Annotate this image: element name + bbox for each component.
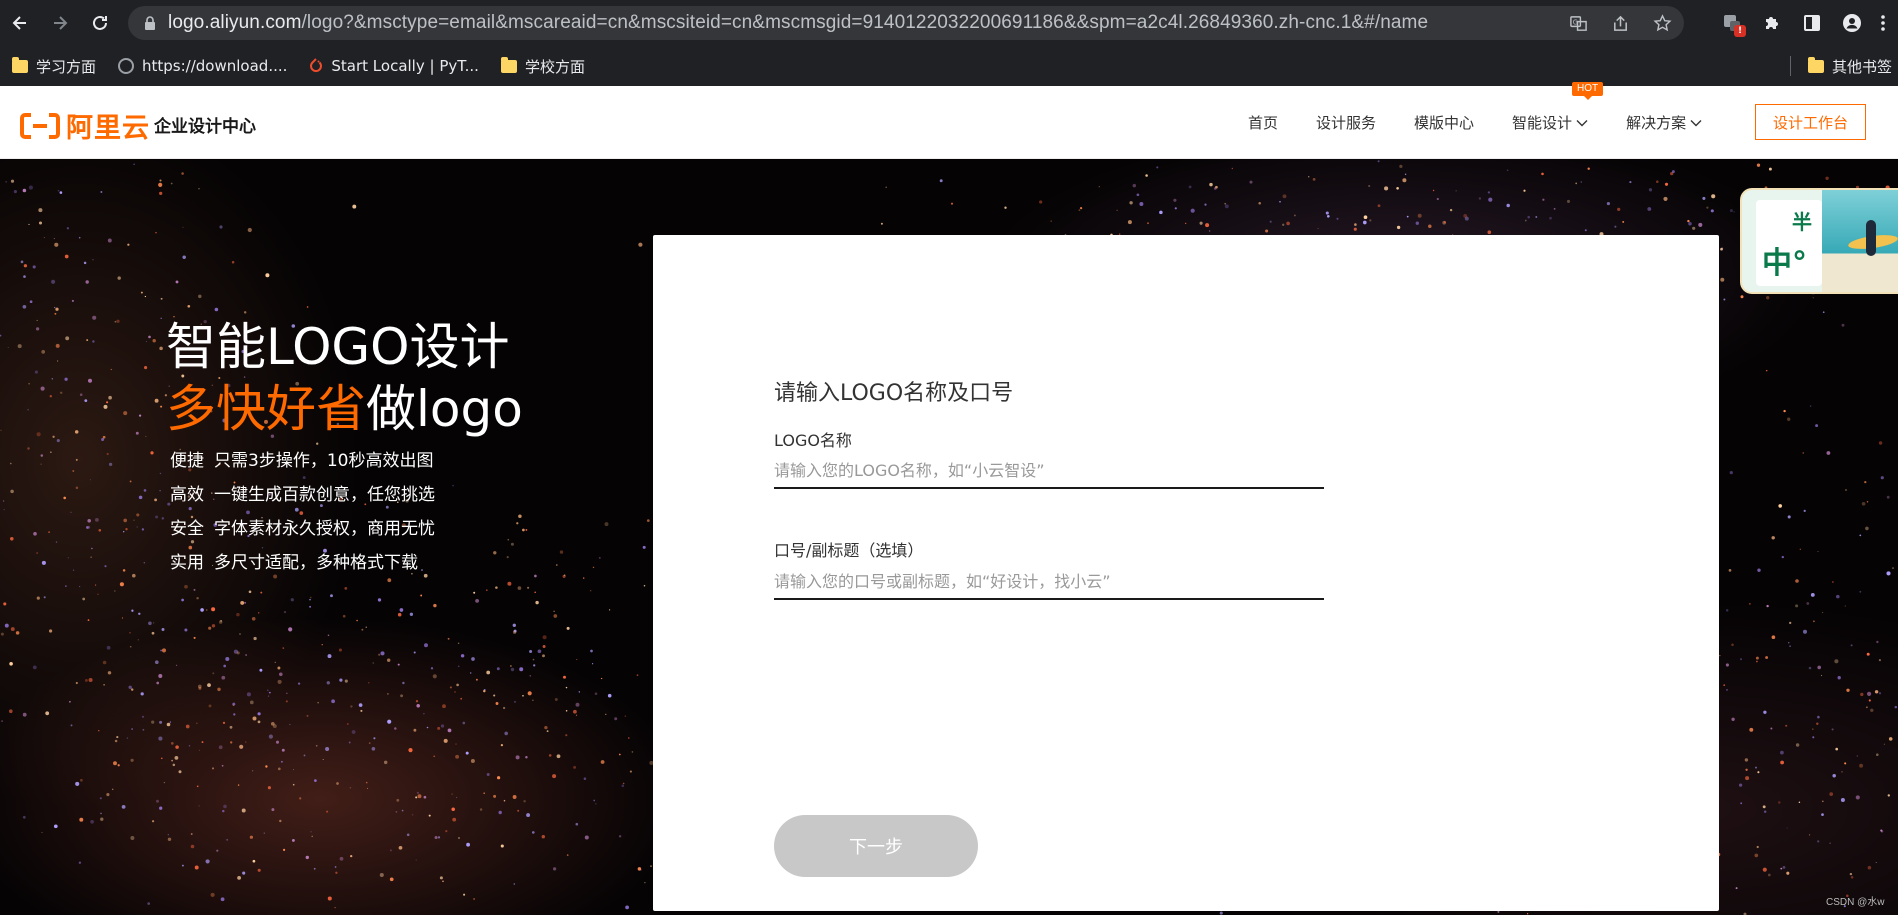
folder-icon <box>12 56 28 73</box>
feature-item: 安全 字体素材永久授权，商用无忧 <box>170 517 435 541</box>
feature-item: 便捷 只需3步操作，10秒高效出图 <box>170 449 435 473</box>
side-panel-icon <box>1804 15 1820 31</box>
ad-text-panel: 半 中° <box>1756 200 1822 286</box>
feature-key: 实用 <box>170 553 204 573</box>
bookmarks-bar: 学习方面 https://download.... Start Locally … <box>0 46 1898 86</box>
nav-label: 模版中心 <box>1414 114 1475 132</box>
extension-button[interactable]: ! <box>1716 7 1748 39</box>
bookmarks-divider <box>1790 56 1791 76</box>
folder-icon <box>500 56 517 73</box>
translate-button[interactable]: G <box>1564 9 1592 37</box>
feature-list: 便捷 只需3步操作，10秒高效出图 高效 一键生成百款创意，任您挑选 安全 字体素材永… <box>170 449 435 575</box>
extension-badge: ! <box>1734 25 1746 37</box>
chevron-down-icon <box>1690 119 1702 126</box>
logo-name-form: 请输入LOGO名称及口号 LOGO名称 口号/副标题（选填） 下一步 <box>653 235 1719 911</box>
logo-text: 阿里云 <box>66 113 150 144</box>
main-nav: 首页 设计服务 模版中心 HOT 智能设计 解决方案 <box>1248 82 1702 159</box>
reload-icon <box>93 15 107 30</box>
nav-label: 首页 <box>1248 114 1279 132</box>
reload-button[interactable] <box>80 3 120 43</box>
extension-bar: ! <box>1716 0 1898 46</box>
side-panel-button[interactable] <box>1796 7 1828 39</box>
floating-ad-banner[interactable]: 半 中° <box>1740 188 1898 294</box>
site-header: 阿里云 企业设计中心 首页 设计服务 模版中心 HOT 智能设计 解决方案 设计… <box>0 82 1898 159</box>
nav-label: 设计服务 <box>1316 114 1377 132</box>
hot-badge: HOT <box>1572 82 1604 100</box>
nav-item-design-service[interactable]: 设计服务 <box>1316 112 1376 133</box>
globe-icon <box>118 58 135 74</box>
profile-icon <box>1843 14 1861 32</box>
other-bookmarks-label: 其他书签 <box>1831 57 1892 76</box>
chevron-down-icon <box>1576 119 1588 126</box>
aliyun-logo-icon <box>20 112 60 139</box>
feature-text: 字体素材永久授权，商用无忧 <box>214 519 435 539</box>
nav-label: 解决方案 <box>1626 114 1687 132</box>
hero-subtitle: 多快好省做logo <box>166 369 523 441</box>
translate-icon: G <box>1569 15 1587 31</box>
bookmark-item[interactable]: 学校方面 <box>500 56 585 77</box>
design-workbench-button[interactable]: 设计工作台 <box>1755 104 1866 140</box>
bookmark-label: 学校方面 <box>524 57 585 76</box>
feature-key: 便捷 <box>170 451 204 471</box>
nav-item-smart-design[interactable]: HOT 智能设计 <box>1512 82 1604 133</box>
kebab-menu-icon <box>1881 15 1885 31</box>
feature-key: 安全 <box>170 519 204 539</box>
omnibox-actions: G <box>1564 6 1676 40</box>
slogan-input[interactable] <box>774 564 1324 600</box>
address-bar[interactable]: logo.aliyun.com/logo?&msctype=email&msca… <box>128 6 1684 40</box>
nav-label: 智能设计 <box>1512 114 1573 132</box>
svg-text:G: G <box>1572 18 1577 26</box>
pytorch-icon <box>310 58 323 72</box>
bookmark-item[interactable]: https://download.... <box>118 57 287 75</box>
bookmark-item[interactable]: Start Locally | PyT... <box>309 57 479 75</box>
slogan-label: 口号/副标题（选填） <box>774 541 924 560</box>
feature-text: 只需3步操作，10秒高效出图 <box>214 451 434 471</box>
arrow-left-icon <box>12 16 26 30</box>
browser-chrome: logo.aliyun.com/logo?&msctype=email&msca… <box>0 0 1898 86</box>
nav-item-template-center[interactable]: 模版中心 <box>1414 112 1474 133</box>
feature-text: 多尺寸适配，多种格式下载 <box>214 553 418 573</box>
site-name: 企业设计中心 <box>154 117 256 137</box>
nav-item-solutions[interactable]: 解决方案 <box>1626 112 1702 133</box>
back-button[interactable] <box>0 3 40 43</box>
share-icon <box>1613 15 1627 31</box>
url-path: /logo?&msctype=email&mscareaid=cn&mscsit… <box>301 12 1429 33</box>
bookmark-label: Start Locally | PyT... <box>331 57 479 75</box>
browser-menu-button[interactable] <box>1876 7 1890 39</box>
surfer-icon <box>1866 220 1876 256</box>
logo-name-label: LOGO名称 <box>774 431 852 450</box>
feature-item: 高效 一键生成百款创意，任您挑选 <box>170 483 435 507</box>
share-button[interactable] <box>1606 9 1634 37</box>
folder-icon <box>1807 56 1824 73</box>
aliyun-logo[interactable]: 阿里云 <box>20 106 150 145</box>
forward-button[interactable] <box>40 3 80 43</box>
next-step-button[interactable]: 下一步 <box>774 815 978 877</box>
lock-icon <box>145 16 155 30</box>
url-host: logo.aliyun.com <box>168 12 302 33</box>
form-title: 请输入LOGO名称及口号 <box>774 381 1014 406</box>
ad-text-top: 半 <box>1792 210 1812 234</box>
hero-subtitle-rest: 做logo <box>366 380 523 438</box>
logo-name-input[interactable] <box>774 453 1324 489</box>
star-icon <box>1652 13 1672 31</box>
bookmark-item[interactable]: 学习方面 <box>12 56 96 77</box>
ad-text-bottom: 中° <box>1762 246 1807 281</box>
feature-key: 高效 <box>170 485 204 505</box>
bookmark-label: 学习方面 <box>36 57 97 76</box>
feature-item: 实用 多尺寸适配，多种格式下载 <box>170 551 435 575</box>
extensions-menu-button[interactable] <box>1756 7 1788 39</box>
hero-subtitle-accent: 多快好省 <box>166 380 366 438</box>
profile-button[interactable] <box>1836 7 1868 39</box>
nav-item-home[interactable]: 首页 <box>1248 112 1278 133</box>
csdn-watermark: CSDN @水w <box>1826 897 1885 908</box>
bookmark-star-button[interactable] <box>1648 9 1676 37</box>
puzzle-icon <box>1766 17 1778 29</box>
bookmark-label: https://download.... <box>142 57 288 75</box>
feature-text: 一键生成百款创意，任您挑选 <box>214 485 435 505</box>
arrow-right-icon <box>54 16 68 30</box>
other-bookmarks[interactable]: 其他书签 <box>1807 46 1898 86</box>
url-text[interactable]: logo.aliyun.com/logo?&msctype=email&msca… <box>168 12 1428 34</box>
